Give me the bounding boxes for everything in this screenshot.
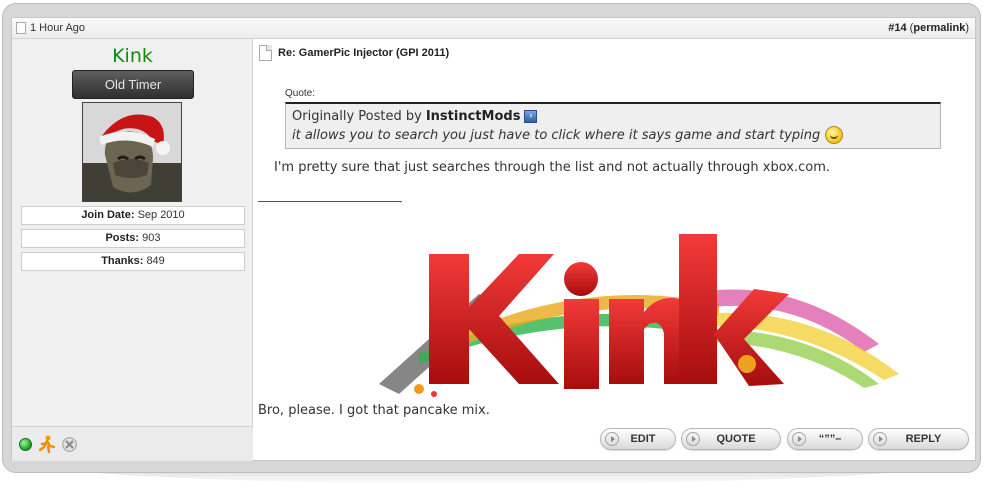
view-post-arrow-icon[interactable]: › (524, 110, 538, 123)
post-body-text: I'm pretty sure that just searches throu… (274, 160, 831, 175)
forum-post: 1 Hour Ago #14 (permalink) Kink Old Time… (11, 17, 976, 461)
edit-button[interactable]: EDIT (600, 428, 676, 450)
reply-button-label: REPLY (905, 433, 942, 445)
signature-text: Bro, please. I got that pancake mix. (258, 403, 490, 418)
post-number-area: #14 (permalink) (888, 22, 969, 34)
multiquote-button-label: “””– (818, 433, 842, 445)
permalink-link[interactable]: permalink (913, 22, 965, 34)
user-info-column: Kink Old Timer Join Date: Sep 2010 Posts… (12, 39, 253, 461)
quote-posted-by: Originally Posted by (292, 109, 422, 124)
thanks-stat: Thanks: 849 (21, 252, 245, 271)
edit-button-label: EDIT (630, 433, 656, 445)
aim-icon[interactable] (39, 435, 55, 453)
quote-arrow-icon (686, 432, 700, 446)
quote-text: it allows you to search you just have to… (292, 127, 821, 143)
quote-button-label: QUOTE (716, 433, 756, 445)
post-date-icon (16, 22, 26, 34)
avatar[interactable] (82, 102, 182, 202)
thanks-label: Thanks: (101, 255, 144, 267)
quote-block: Originally Posted by InstinctMods › it a… (285, 102, 941, 149)
quote-label: Quote: (285, 88, 316, 99)
thanks-value: 849 (146, 255, 165, 267)
edit-arrow-icon (605, 432, 619, 446)
avatar-image (83, 103, 181, 201)
post-content: Re: GamerPic Injector (GPI 2011) Quote: … (254, 39, 976, 461)
xbox-live-icon[interactable] (62, 437, 77, 452)
multiquote-button[interactable]: “””– (787, 428, 863, 450)
posts-value: 903 (142, 232, 161, 244)
user-status-bar (12, 426, 253, 461)
reply-arrow-icon (873, 432, 887, 446)
post-date-text: 1 Hour Ago (30, 22, 86, 34)
join-date-label: Join Date: (81, 209, 135, 221)
signature-banner-image (379, 234, 899, 397)
quote-attribution: Originally Posted by InstinctMods › (292, 109, 934, 124)
post-date: 1 Hour Ago (16, 22, 85, 34)
smile-emoticon-icon (825, 126, 844, 144)
permalink-close: ) (965, 22, 969, 34)
post-title-text: Re: GamerPic Injector (GPI 2011) (278, 47, 450, 59)
join-date-value: Sep 2010 (137, 209, 185, 221)
quote-button[interactable]: QUOTE (681, 428, 781, 450)
reply-button[interactable]: REPLY (868, 428, 969, 450)
post-title: Re: GamerPic Injector (GPI 2011) (259, 45, 449, 61)
multiquote-arrow-icon (792, 432, 806, 446)
quote-text-line: it allows you to search you just have to… (292, 126, 934, 144)
posts-label: Posts: (105, 232, 140, 244)
post-title-document-icon (259, 45, 272, 61)
username[interactable]: Kink (12, 45, 253, 67)
user-title-badge: Old Timer (72, 70, 194, 99)
signature-divider (258, 201, 402, 202)
online-status-icon (19, 438, 32, 451)
quote-author[interactable]: InstinctMods (426, 109, 521, 124)
join-date-stat: Join Date: Sep 2010 (21, 206, 245, 225)
posts-stat: Posts: 903 (21, 229, 245, 248)
post-header: 1 Hour Ago #14 (permalink) (12, 18, 975, 39)
post-number[interactable]: #14 (888, 22, 906, 34)
